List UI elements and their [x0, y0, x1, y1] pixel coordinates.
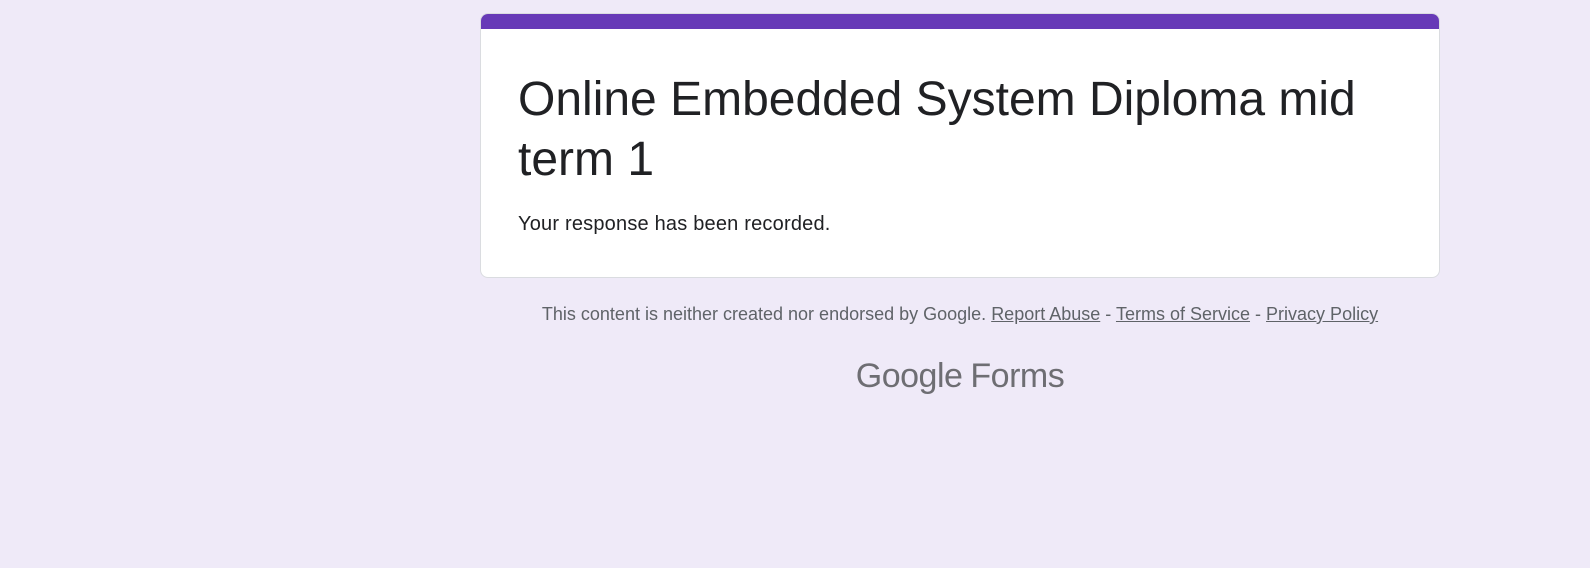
terms-of-service-link[interactable]: Terms of Service	[1116, 304, 1250, 324]
footer-disclaimer: This content is neither created nor endo…	[480, 302, 1440, 326]
card-body: Online Embedded System Diploma mid term …	[518, 70, 1379, 238]
form-title: Online Embedded System Diploma mid term …	[518, 73, 1356, 186]
privacy-policy-link[interactable]: Privacy Policy	[1266, 304, 1378, 324]
google-forms-logo[interactable]: Google Forms	[480, 355, 1440, 397]
confirmation-message: Your response has been recorded.	[518, 213, 831, 235]
card-accent-bar	[481, 14, 1439, 29]
logo-product: Forms	[970, 357, 1065, 395]
link-separator: -	[1255, 304, 1262, 324]
link-separator: -	[1105, 304, 1112, 324]
confirmation-card: Online Embedded System Diploma mid term …	[480, 13, 1440, 278]
logo-brand: Google	[855, 357, 963, 395]
disclaimer-text: This content is neither created nor endo…	[541, 304, 987, 324]
page: Online Embedded System Diploma mid term …	[0, 0, 1590, 568]
report-abuse-link[interactable]: Report Abuse	[991, 304, 1100, 324]
